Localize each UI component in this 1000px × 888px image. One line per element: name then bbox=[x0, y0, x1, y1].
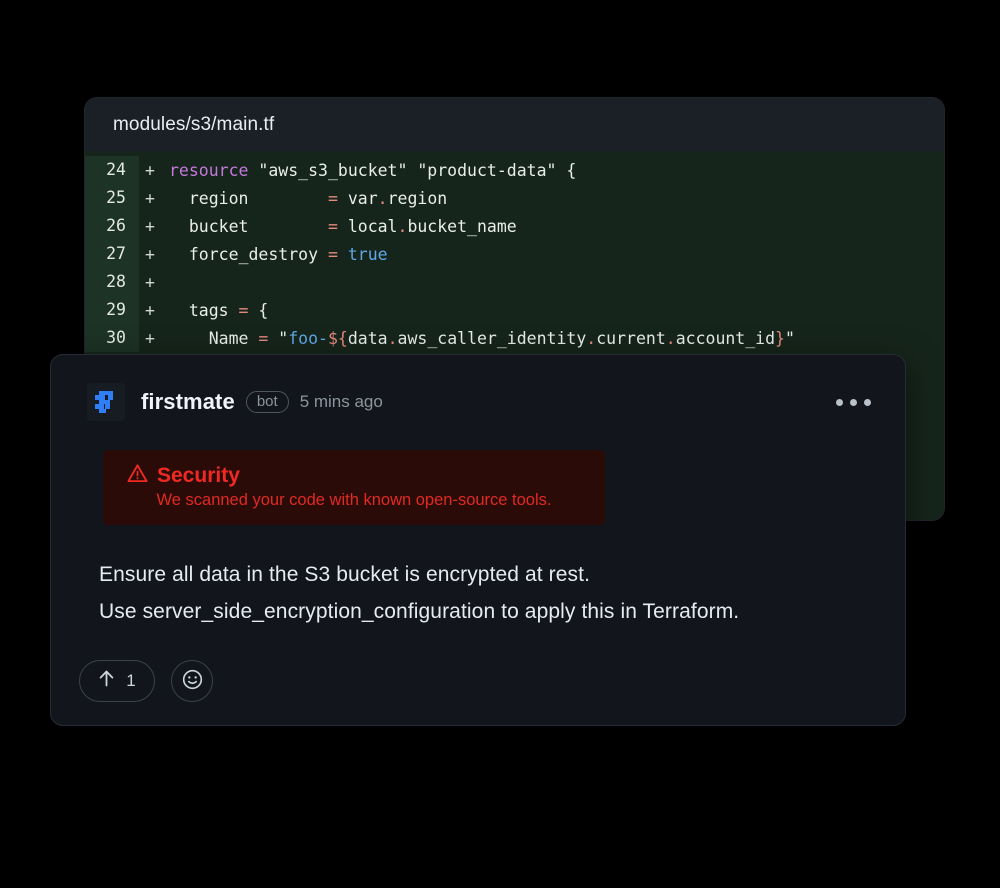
avatar[interactable] bbox=[87, 383, 125, 421]
comment-body-line: Ensure all data in the S3 bucket is encr… bbox=[99, 563, 591, 586]
diff-add-marker: + bbox=[145, 188, 155, 208]
comment-body: Ensure all data in the S3 bucket is encr… bbox=[99, 556, 905, 630]
security-alert-title-row: Security bbox=[103, 463, 605, 489]
diff-add-marker: + bbox=[145, 160, 155, 180]
diff-add-marker: + bbox=[145, 328, 155, 348]
kebab-menu-icon[interactable] bbox=[836, 383, 871, 421]
file-path-label: modules/s3/main.tf bbox=[113, 113, 275, 135]
code-line: 29 + tags = { bbox=[85, 296, 944, 324]
code-line: 28 + bbox=[85, 268, 944, 296]
firstmate-logo-icon bbox=[91, 387, 121, 417]
code-line: 25 + region = var.region bbox=[85, 184, 944, 212]
arrow-up-icon bbox=[98, 669, 115, 693]
kebab-dot-1 bbox=[836, 398, 843, 406]
security-alert-subtitle: We scanned your code with known open-sou… bbox=[156, 491, 552, 509]
code-text: bucket = local.bucket_name bbox=[169, 216, 517, 236]
code-text: region = var.region bbox=[169, 188, 448, 208]
line-number: 25 bbox=[85, 184, 139, 212]
code-text: resource "aws_s3_bucket" "product-data" … bbox=[169, 160, 577, 180]
line-number: 26 bbox=[85, 212, 139, 240]
comment-body-line: Use server_side_encryption_configuration… bbox=[99, 600, 740, 623]
smiley-face-icon bbox=[181, 668, 204, 694]
security-alert-box: Security We scanned your code with known… bbox=[103, 450, 605, 525]
code-line: 26 + bucket = local.bucket_name bbox=[85, 212, 944, 240]
code-text: Name = "foo-${data.aws_caller_identity.c… bbox=[169, 328, 795, 348]
diff-add-marker: + bbox=[145, 272, 155, 292]
security-alert-title: Security bbox=[157, 464, 240, 487]
comment-header: firstmate bot 5 mins ago bbox=[51, 355, 905, 421]
upvote-button[interactable]: 1 bbox=[79, 660, 155, 702]
code-panel-header: modules/s3/main.tf bbox=[85, 98, 944, 151]
add-reaction-button[interactable] bbox=[171, 660, 213, 702]
line-number: 29 bbox=[85, 296, 139, 324]
diff-add-marker: + bbox=[145, 216, 155, 236]
bot-comment-card: firstmate bot 5 mins ago Security We sca… bbox=[50, 354, 906, 726]
code-text: force_destroy = true bbox=[169, 244, 388, 264]
diff-add-marker: + bbox=[145, 244, 155, 264]
code-text: tags = { bbox=[169, 300, 269, 320]
code-line: 27 + force_destroy = true bbox=[85, 240, 944, 268]
line-number: 28 bbox=[85, 268, 139, 296]
kebab-dot-3 bbox=[864, 398, 871, 406]
code-line: 24 + resource "aws_s3_bucket" "product-dat… bbox=[85, 156, 944, 184]
line-number: 30 bbox=[85, 324, 139, 352]
diff-add-marker: + bbox=[145, 300, 155, 320]
kebab-dot-2 bbox=[850, 398, 857, 406]
comment-footer: 1 bbox=[79, 660, 905, 702]
code-line: 30 + Name = "foo-${data.aws_caller_identi… bbox=[85, 324, 944, 352]
screenshot-root: modules/s3/main.tf 24 + resource "aws_s3_b… bbox=[0, 0, 1000, 888]
comment-author-name[interactable]: firstmate bbox=[141, 389, 235, 415]
bot-badge: bot bbox=[245, 391, 289, 413]
upvote-count: 1 bbox=[126, 671, 136, 690]
line-number: 24 bbox=[85, 156, 139, 184]
line-number: 27 bbox=[85, 240, 139, 268]
warning-triangle-icon bbox=[127, 463, 148, 489]
comment-timestamp: 5 mins ago bbox=[299, 392, 383, 411]
